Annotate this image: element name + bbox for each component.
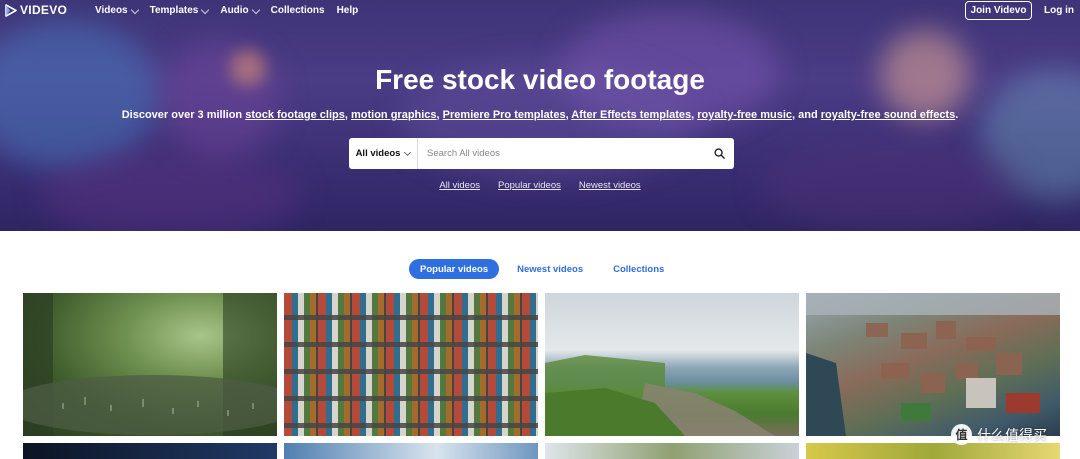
watermark: 值 什么值得买 [951,424,1047,445]
top-nav: VIDEVO Videos Templates Audio Collection… [0,0,1080,22]
chevron-down-icon [251,5,260,14]
watermark-badge: 值 [951,424,972,445]
video-thumbnail[interactable] [545,293,799,436]
video-thumbnail[interactable] [23,293,277,436]
nav-item-label: Templates [149,5,199,16]
link-stock-footage[interactable]: stock footage clips [245,109,345,121]
tab-popular-videos[interactable]: Popular videos [409,259,500,279]
nav-item-label: Help [336,5,359,16]
category-select[interactable]: All videos [349,138,418,169]
subtitle-text: , and [792,109,821,121]
rain-puddle-image [23,293,277,436]
watermark-text: 什么值得买 [977,427,1047,444]
nav-item-label: Collections [270,5,325,16]
category-select-value: All videos [355,148,401,159]
tab-collections[interactable]: Collections [613,259,664,279]
page-title: Free stock video footage [375,64,705,95]
join-button[interactable]: Join Videvo [965,1,1032,20]
search-icon [713,148,725,159]
coastline-image [545,355,775,436]
chevron-down-icon [130,5,139,14]
city-aerial-image [806,293,1060,436]
nav-item-label: Audio [220,5,249,16]
search-button[interactable] [704,138,734,169]
video-thumbnail[interactable] [806,293,1060,436]
hero-subtitle: Discover over 3 million stock footage cl… [0,109,1080,121]
search-bar: All videos [349,138,734,169]
quick-links: All videos Popular videos Newest videos [0,180,1080,191]
logo-play-icon [5,3,17,17]
quick-link-all-videos[interactable]: All videos [439,180,480,191]
video-tabs: Popular videos Newest videos Collections [409,259,664,279]
quick-link-newest-videos[interactable]: Newest videos [579,180,641,191]
video-thumbnail[interactable] [284,443,538,459]
video-thumbnail[interactable] [23,443,277,459]
nav-item-audio[interactable]: Audio [220,5,260,16]
chevron-down-icon [201,5,210,14]
login-link[interactable]: Log in [1044,5,1074,16]
subtitle-text: Discover over 3 million [121,109,246,121]
video-thumbnail[interactable] [545,443,799,459]
link-sound-effects[interactable]: royalty-free sound effects [821,109,955,121]
quick-link-popular-videos[interactable]: Popular videos [498,180,561,191]
logo[interactable]: VIDEVO [5,3,67,17]
link-motion-graphics[interactable]: motion graphics [351,109,437,121]
nav-item-videos[interactable]: Videos [95,5,139,16]
tab-newest-videos[interactable]: Newest videos [517,259,583,279]
logo-text: VIDEVO [20,3,68,17]
subtitle-text: . [955,109,959,121]
nav-item-label: Videos [95,5,128,16]
link-royalty-free-music[interactable]: royalty-free music [697,109,792,121]
link-premiere-templates[interactable]: Premiere Pro templates [443,109,566,121]
chevron-down-icon [404,148,412,157]
video-thumbnail[interactable] [806,443,1060,459]
search-input[interactable] [418,138,704,169]
nav-item-templates[interactable]: Templates [149,5,210,16]
video-thumbnail[interactable] [284,293,538,436]
nav-item-collections[interactable]: Collections [271,5,325,16]
link-after-effects-templates[interactable]: After Effects templates [571,109,691,121]
nav-item-help[interactable]: Help [337,5,359,16]
nav-menu: Videos Templates Audio Collections Help [95,5,370,16]
